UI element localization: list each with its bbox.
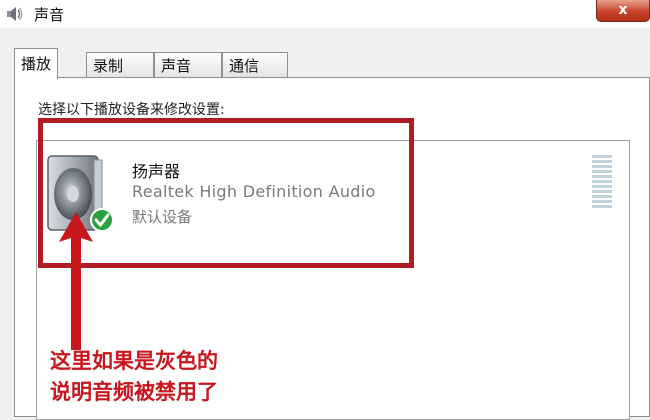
sound-app-icon [7, 7, 23, 21]
tab-recording[interactable]: 录制 [86, 52, 154, 78]
title-bar: 声音 x [0, 0, 650, 28]
tab-sounds[interactable]: 声音 [154, 52, 222, 78]
volume-level-meter [592, 155, 612, 213]
annotation-text: 这里如果是灰色的 说明音频被禁用了 [50, 346, 218, 408]
window-title: 声音 [34, 6, 65, 24]
instruction-text: 选择以下播放设备来修改设置: [38, 102, 225, 118]
tab-playback[interactable]: 播放 [14, 48, 59, 79]
annotation-line-1: 这里如果是灰色的 [50, 349, 218, 373]
tab-communications[interactable]: 通信 [222, 52, 288, 78]
arrow-annotation [59, 212, 93, 350]
annotation-line-2: 说明音频被禁用了 [50, 380, 218, 404]
close-button[interactable]: x [596, 0, 650, 22]
